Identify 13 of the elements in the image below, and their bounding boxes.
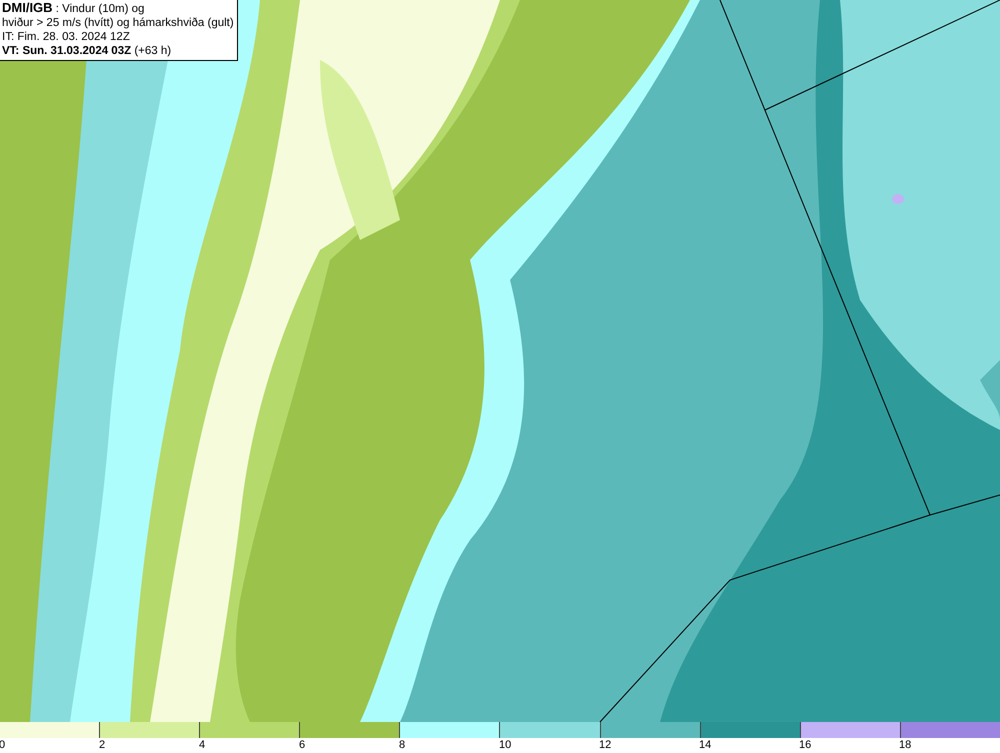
legend-label: 18 xyxy=(899,739,912,751)
caption-text: DMI/IGB : Vindur (10m) og xyxy=(2,1,146,16)
legend-label: 10 xyxy=(499,739,512,751)
legend-label: 14 xyxy=(699,739,712,751)
legend-label: 12 xyxy=(599,739,612,751)
legend-label: 6 xyxy=(299,739,306,751)
legend-label: 16 xyxy=(799,739,812,751)
caption-text: hviður > 25 m/s (hvítt) og hámarkshviða (gult) xyxy=(2,16,234,30)
legend-label: 2 xyxy=(99,739,106,751)
caption-text: VT: Sun. 31.03.2024 03Z (+63 h) xyxy=(2,44,172,58)
legend-label: 4 xyxy=(199,739,206,751)
caption-text: IT: Fim. 28. 03. 2024 12Z xyxy=(2,30,131,44)
legend-label: 8 xyxy=(399,739,406,751)
